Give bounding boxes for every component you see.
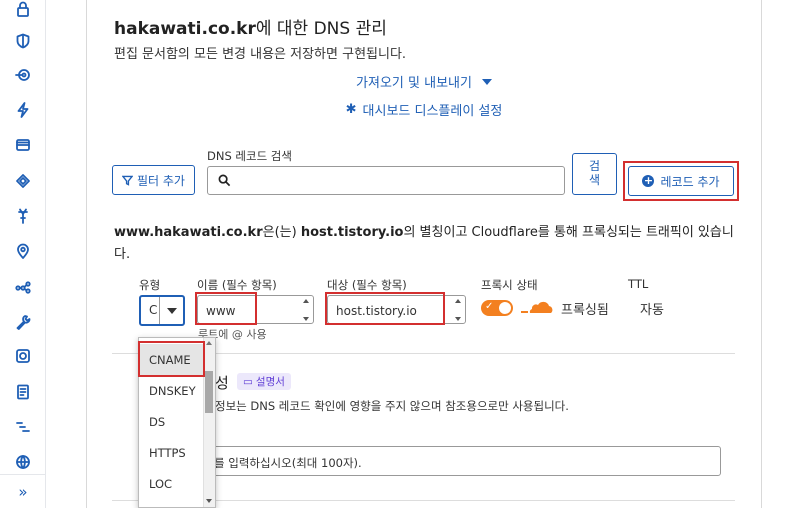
proxy-status-label: 프록시 상태 — [481, 278, 538, 292]
dropdown-option-dnskey[interactable]: DNSKEY — [139, 375, 205, 406]
name-spinner[interactable] — [301, 299, 311, 321]
name-highlight — [195, 292, 257, 325]
dropdown-option-ds[interactable]: DS — [139, 406, 205, 437]
documentation-label: 설명서 — [255, 376, 285, 388]
dashboard-settings-link[interactable]: ✱ 대시보드 디스플레이 설정 — [346, 100, 503, 119]
import-export-label: 가져오기 및 내보내기 — [356, 76, 472, 91]
cname-highlight — [138, 341, 205, 377]
sidebar: » — [0, 0, 46, 508]
stairs-icon[interactable] — [14, 418, 32, 436]
comment-placeholder: 를 입력하십시오(최대 100자). — [214, 456, 362, 470]
share-nodes-icon[interactable] — [14, 278, 32, 296]
dns-search-input[interactable] — [207, 166, 565, 195]
proxy-toggle[interactable]: ✓ — [481, 300, 513, 316]
spin-down-icon — [455, 317, 461, 321]
info-target: host.tistory.io — [300, 225, 404, 240]
add-filter-button[interactable]: 필터 추가 — [112, 165, 195, 195]
ttl-label: TTL — [628, 277, 649, 291]
scroll-down-icon — [206, 499, 212, 503]
cloud-icon — [521, 301, 553, 313]
proxy-status-value: 프록싱됨 — [561, 303, 609, 318]
title-domain: hakawati.co.kr — [114, 19, 256, 39]
type-label: 유형 — [139, 278, 161, 292]
dashboard-settings-label: 대시보드 디스플레이 설정 — [362, 104, 503, 119]
lock-icon[interactable] — [14, 0, 32, 18]
ttl-value: 자동 — [640, 303, 664, 318]
import-export-link[interactable]: 가져오기 및 내보내기 — [356, 72, 492, 91]
dashboard-settings-row: ✱ 대시보드 디스플레이 설정 — [86, 100, 762, 119]
target-highlight — [325, 292, 445, 325]
gear-icon: ✱ — [345, 102, 357, 117]
optional-section-title: 성 — [215, 374, 229, 392]
document-icon[interactable] — [14, 383, 32, 401]
location-pin-icon[interactable] — [14, 242, 32, 260]
toggle-knob — [499, 302, 511, 314]
search-icon — [218, 174, 231, 187]
square-target-icon[interactable] — [14, 347, 32, 365]
record-type-select[interactable]: C — [139, 295, 185, 326]
spin-up-icon — [303, 299, 309, 303]
info-domain: www.hakawati.co.kr — [114, 225, 263, 240]
server-icon[interactable] — [14, 136, 32, 154]
target-label: 대상 (필수 항목) — [327, 278, 407, 292]
antenna-icon[interactable] — [14, 207, 32, 225]
info-text-1: 은(는) — [262, 225, 301, 240]
shield-icon[interactable] — [14, 32, 32, 50]
dropdown-option-https[interactable]: HTTPS — [139, 437, 205, 468]
book-icon: ▭ — [243, 375, 253, 388]
add-record-label: 레코드 추가 — [660, 174, 720, 189]
search-button[interactable]: 검색 — [572, 153, 617, 195]
search-button-line1: 검 — [588, 159, 601, 173]
record-type-value: C — [149, 303, 158, 317]
record-info-text: www.hakawati.co.kr은(는) host.tistory.io의 … — [114, 222, 734, 266]
check-icon: ✓ — [485, 301, 494, 312]
sidebar-expand-button[interactable]: » — [0, 474, 46, 508]
import-export-row: 가져오기 및 내보내기 — [86, 72, 762, 91]
spin-down-icon — [303, 317, 309, 321]
scrollbar-thumb[interactable] — [205, 371, 213, 413]
diamond-icon[interactable] — [14, 172, 32, 190]
caret-down-icon — [166, 307, 177, 314]
target-spinner[interactable] — [453, 299, 463, 321]
page-title: hakawati.co.kr에 대한 DNS 관리 — [114, 14, 387, 39]
dropdown-toggle-button[interactable] — [159, 297, 183, 324]
add-filter-label: 필터 추가 — [137, 173, 185, 188]
add-record-button[interactable]: + 레코드 추가 — [628, 166, 734, 196]
scroll-up-icon — [206, 341, 212, 345]
name-label: 이름 (필수 항목) — [197, 278, 277, 292]
filter-icon — [122, 175, 133, 186]
network-icon[interactable] — [14, 66, 32, 84]
search-button-line2: 색 — [588, 173, 601, 187]
globe-icon[interactable] — [14, 452, 32, 470]
dropdown-option-loc[interactable]: LOC — [139, 468, 205, 499]
spin-up-icon — [455, 299, 461, 303]
search-label: DNS 레코드 검색 — [207, 149, 292, 163]
title-suffix: 에 대한 DNS 관리 — [255, 19, 387, 39]
caret-down-icon — [481, 78, 492, 85]
wrench-icon[interactable] — [14, 313, 32, 331]
comment-input[interactable]: 를 입력하십시오(최대 100자). — [205, 446, 721, 476]
lightning-icon[interactable] — [14, 101, 32, 119]
optional-description: 정보는 DNS 레코드 확인에 영향을 주지 않으며 참조용으로만 사용됩니다. — [215, 399, 569, 413]
plus-circle-icon: + — [642, 174, 655, 187]
page-subtitle: 편집 문서함의 모든 변경 내용은 저장하면 구현됩니다. — [114, 47, 407, 62]
documentation-badge[interactable]: ▭ 설명서 — [237, 373, 291, 390]
